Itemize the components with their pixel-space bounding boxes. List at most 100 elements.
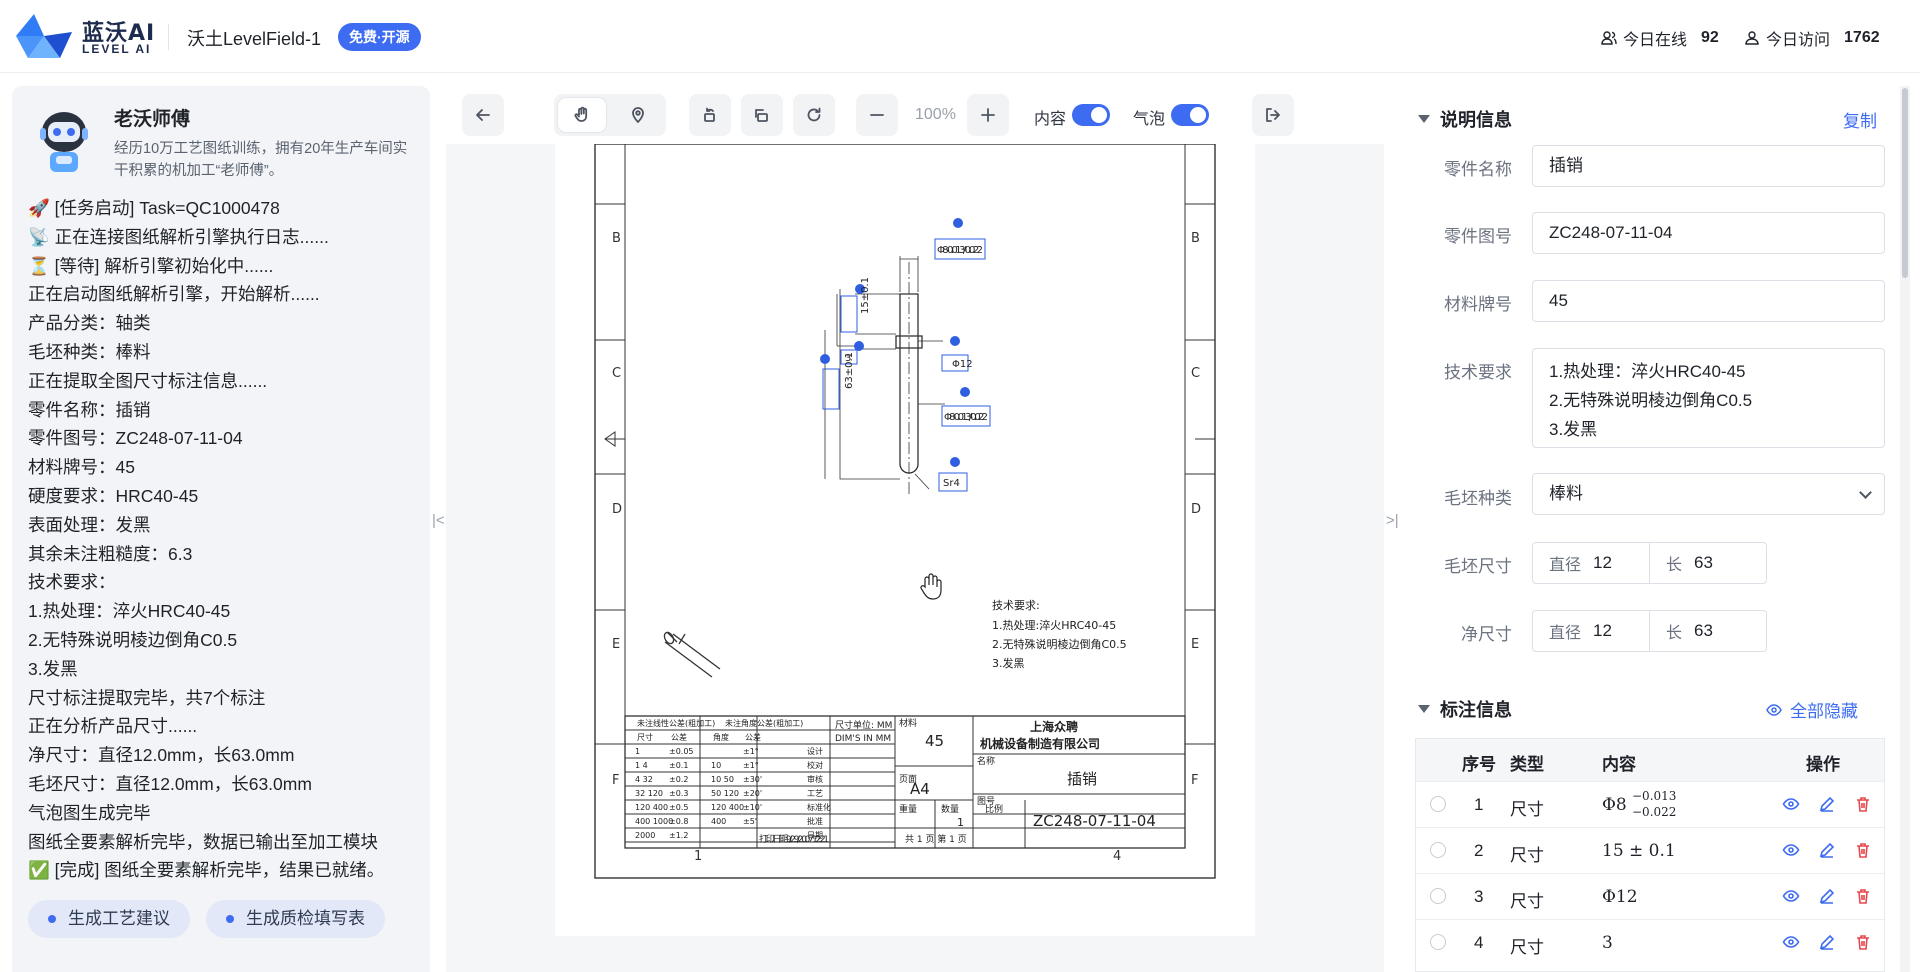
row-label-c: C bbox=[612, 366, 621, 381]
log-line: 正在分析产品尺寸...... bbox=[28, 716, 198, 737]
chip-label: 生成质检填写表 bbox=[246, 909, 365, 928]
row-no: 3 bbox=[1474, 887, 1484, 906]
edit-pencil-icon[interactable] bbox=[1818, 887, 1836, 905]
dim-label-2: 15±0.1 bbox=[860, 277, 871, 314]
tol-cell: ±0.2 bbox=[669, 775, 688, 784]
rotate-right-button[interactable] bbox=[741, 94, 783, 136]
delete-trash-icon[interactable] bbox=[1854, 795, 1872, 813]
part-name-field[interactable]: 插销 bbox=[1532, 145, 1885, 187]
log-line: 材料牌号：45 bbox=[28, 457, 135, 478]
table-row[interactable]: 1 尺寸 Φ8 −0.013 −0.022 bbox=[1416, 781, 1884, 827]
rotate-left-button[interactable] bbox=[689, 94, 731, 136]
row-label-d-right: D bbox=[1191, 502, 1201, 517]
edit-pencil-icon[interactable] bbox=[1818, 841, 1836, 859]
log-line: 图纸全要素解析完毕，数据已输出至加工模块 bbox=[28, 831, 378, 852]
minus-icon bbox=[870, 114, 884, 116]
material-label: 材料 bbox=[899, 717, 917, 729]
table-row[interactable]: 2 尺寸 15 ± 0.1 bbox=[1416, 827, 1884, 873]
info-section-header[interactable]: 说明信息 bbox=[1418, 106, 1512, 132]
table-row[interactable]: 3 尺寸 Φ12 bbox=[1416, 873, 1884, 919]
delete-trash-icon[interactable] bbox=[1854, 841, 1872, 859]
row-label-d: D bbox=[612, 502, 622, 517]
annotation-section-header[interactable]: 标注信息 bbox=[1418, 696, 1512, 722]
generate-inspection-form-button[interactable]: 生成质检填写表 bbox=[206, 900, 385, 938]
row-label-e-right: E bbox=[1191, 637, 1199, 652]
blank-diameter-field[interactable]: 直径 12 bbox=[1532, 542, 1650, 584]
bubble-toggle[interactable] bbox=[1171, 104, 1209, 126]
row-radio[interactable] bbox=[1430, 934, 1446, 950]
tol-cell: 50 120 bbox=[711, 789, 739, 798]
log-line: 正在提取全图尺寸标注信息...... bbox=[28, 370, 268, 391]
isometric-view bbox=[663, 631, 721, 678]
sheet-size: A4 bbox=[910, 780, 930, 798]
info-scrollbar[interactable] bbox=[1900, 86, 1910, 972]
content-toggle[interactable] bbox=[1072, 104, 1110, 126]
tol-header-angle: 未注角度公差(粗加工) bbox=[725, 718, 803, 728]
zoom-out-button[interactable] bbox=[856, 94, 898, 136]
view-eye-icon[interactable] bbox=[1782, 841, 1800, 859]
blank-type-label: 毛坯种类 bbox=[1444, 489, 1512, 508]
info-section-title: 说明信息 bbox=[1440, 110, 1512, 130]
tol-cell: 120 400 bbox=[635, 803, 668, 812]
reset-button[interactable] bbox=[793, 94, 835, 136]
dwg-value: ZC248-07-11-04 bbox=[1033, 812, 1156, 830]
pan-tool-button[interactable] bbox=[558, 98, 606, 132]
view-eye-icon[interactable] bbox=[1782, 795, 1800, 813]
delete-trash-icon[interactable] bbox=[1854, 887, 1872, 905]
row-label-f: F bbox=[612, 773, 619, 788]
edit-pencil-icon[interactable] bbox=[1818, 795, 1836, 813]
level-ai-logo-icon[interactable] bbox=[14, 12, 72, 60]
material-field[interactable]: 45 bbox=[1532, 280, 1885, 322]
dim-label-1: Φ8-0.013/-0.022 bbox=[937, 245, 983, 256]
view-eye-icon[interactable] bbox=[1782, 933, 1800, 951]
log-line: 零件图号：ZC248-07-11-04 bbox=[28, 428, 243, 449]
collapse-left-panel-icon[interactable]: |< bbox=[432, 512, 445, 529]
exit-button[interactable] bbox=[1252, 94, 1294, 136]
row-content: 3 bbox=[1602, 933, 1613, 953]
row-type: 尺寸 bbox=[1510, 846, 1544, 865]
tol-cell: 400 bbox=[711, 817, 726, 826]
pin-part-view bbox=[824, 256, 945, 494]
blank-type-select[interactable]: 棒料 bbox=[1532, 473, 1885, 515]
part-no-label: 零件图号 bbox=[1444, 227, 1512, 246]
net-size-label: 净尺寸 bbox=[1461, 625, 1512, 644]
table-row[interactable]: 4 尺寸 3 bbox=[1416, 919, 1884, 965]
tol-cell: ±0.3 bbox=[669, 789, 688, 798]
row-content-upper-tol: −0.013 bbox=[1632, 789, 1677, 803]
view-eye-icon[interactable] bbox=[1782, 887, 1800, 905]
zoom-in-button[interactable] bbox=[967, 94, 1009, 136]
qty-label: 数量 bbox=[941, 803, 959, 815]
col-header-content: 内容 bbox=[1602, 755, 1636, 774]
locate-tool-button[interactable] bbox=[614, 98, 662, 132]
blank-length-field[interactable]: 长 63 bbox=[1649, 542, 1767, 584]
copy-link[interactable]: 复制 bbox=[1843, 107, 1877, 132]
row-radio[interactable] bbox=[1430, 796, 1446, 812]
tech-req-line: 1.热处理：淬火HRC40-45 bbox=[1549, 362, 1746, 381]
part-no-field[interactable]: ZC248-07-11-04 bbox=[1532, 212, 1885, 254]
hide-all-link[interactable]: 全部隐藏 bbox=[1766, 697, 1858, 722]
log-line: 3.发黑 bbox=[28, 658, 78, 679]
tol-cell: 32 120 bbox=[635, 789, 663, 798]
unit-label: 尺寸单位: MM bbox=[835, 719, 892, 731]
tol-cell: ±1° bbox=[743, 747, 759, 756]
tech-req-textarea[interactable]: 1.热处理：淬火HRC40-45 2.无特殊说明棱边倒角C0.5 3.发黑 bbox=[1532, 348, 1885, 448]
drawing-sheet[interactable]: B C D E F B C D E F 1 4 Φ8-0.013/-0.022 … bbox=[555, 144, 1255, 936]
delete-trash-icon[interactable] bbox=[1854, 933, 1872, 951]
row-radio[interactable] bbox=[1430, 888, 1446, 904]
log-line: 毛坯尺寸：直径12.0mm，长63.0mm bbox=[28, 773, 312, 794]
log-line: ⏳ [等待] 解析引擎初始化中...... bbox=[28, 255, 274, 276]
edit-pencil-icon[interactable] bbox=[1818, 933, 1836, 951]
log-line: 气泡图生成完毕 bbox=[28, 802, 151, 823]
generate-process-advice-button[interactable]: 生成工艺建议 bbox=[28, 900, 190, 938]
net-diameter-field[interactable]: 直径 12 bbox=[1532, 610, 1650, 652]
row-type: 尺寸 bbox=[1510, 938, 1544, 957]
tol-cell: ±5' bbox=[743, 817, 757, 826]
hand-cursor-icon bbox=[920, 573, 942, 600]
row-radio[interactable] bbox=[1430, 842, 1446, 858]
net-length-field[interactable]: 长 63 bbox=[1649, 610, 1767, 652]
scrollbar-thumb[interactable] bbox=[1902, 88, 1908, 278]
back-button[interactable] bbox=[462, 94, 504, 136]
tol-cell: ±0.5 bbox=[669, 803, 688, 812]
row-no: 4 bbox=[1474, 933, 1484, 952]
collapse-right-panel-icon[interactable]: >| bbox=[1386, 512, 1399, 529]
